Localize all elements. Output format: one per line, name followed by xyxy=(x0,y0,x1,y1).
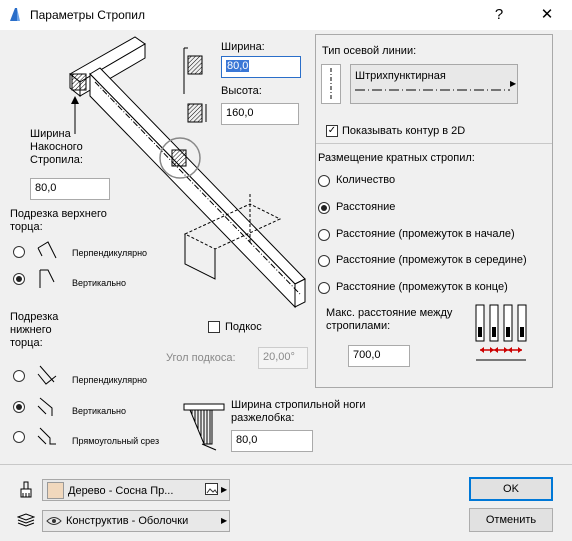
chevron-right-icon: ▶ xyxy=(221,516,228,525)
bottom-perpendicular-cut-icon xyxy=(37,365,57,385)
chevron-right-icon: ▶ xyxy=(510,79,517,88)
valley-rafter-icon xyxy=(183,403,225,451)
strut-angle-input[interactable]: 20,00° xyxy=(258,347,308,369)
top-cut-label: Подрезка верхнего торца: xyxy=(10,208,107,233)
divider xyxy=(316,143,552,144)
ridge-width-label: Ширина Накосного Стропила: xyxy=(30,128,83,166)
width-label: Ширина: xyxy=(221,41,265,53)
strut-angle-label: Угол подкоса: xyxy=(166,352,236,364)
top-cut-vertical-label: Вертикально xyxy=(72,278,127,288)
bottom-cut-perpendicular-radio[interactable] xyxy=(13,370,25,382)
show-contour-checkbox[interactable]: ✓ xyxy=(326,125,338,137)
image-icon xyxy=(205,483,218,495)
placement-gap-middle-label: Расстояние (промежуток в середине) xyxy=(336,254,527,266)
strut-checkbox[interactable] xyxy=(208,321,220,333)
max-distance-label: Макс. расстояние между стропилами: xyxy=(326,307,453,332)
placement-gap-end-radio[interactable] xyxy=(318,282,330,294)
dash-dot-line-preview xyxy=(355,89,510,91)
groove-width-label: Ширина стропильной ноги разжелобка: xyxy=(231,399,366,424)
bottom-cut-rectangular-radio[interactable] xyxy=(13,431,25,443)
rafter-spacing-icon xyxy=(475,304,527,361)
material-value: Дерево - Сосна Пр... xyxy=(68,485,174,497)
bottom-cut-rectangular-label: Прямоугольный срез xyxy=(72,436,160,446)
ok-button[interactable]: OK xyxy=(469,477,553,501)
placement-gap-start-radio[interactable] xyxy=(318,229,330,241)
app-logo-icon xyxy=(10,8,20,21)
placement-count-radio[interactable] xyxy=(318,175,330,187)
axis-line-icon xyxy=(321,64,341,104)
strut-label: Подкос xyxy=(225,321,262,333)
bottom-cut-vertical-radio[interactable] xyxy=(13,401,25,413)
top-cut-perpendicular-radio[interactable] xyxy=(13,246,25,258)
height-input[interactable]: 160,0 xyxy=(221,103,299,125)
placement-distance-radio[interactable] xyxy=(318,202,330,214)
paint-brush-icon xyxy=(20,481,32,498)
close-button[interactable]: ✕ xyxy=(532,4,562,26)
bottom-cut-vertical-label: Вертикально xyxy=(72,406,127,416)
chevron-right-icon: ▶ xyxy=(221,485,228,494)
top-cut-vertical-radio[interactable] xyxy=(13,273,25,285)
rectangular-cut-icon xyxy=(37,427,56,445)
perpendicular-cut-icon xyxy=(37,241,57,259)
bottom-vertical-cut-icon xyxy=(37,397,53,416)
window-title: Параметры Стропил xyxy=(30,8,146,22)
bottom-cut-perpendicular-label: Перпендикулярно xyxy=(72,375,148,385)
placement-gap-middle-radio[interactable] xyxy=(318,255,330,267)
groove-width-input[interactable]: 80,0 xyxy=(231,430,313,452)
ridge-width-input[interactable]: 80,0 xyxy=(30,178,110,200)
vertical-cut-icon xyxy=(39,269,55,288)
bottom-cut-label: Подрезка нижнего торца: xyxy=(10,311,59,349)
max-distance-input[interactable]: 700,0 xyxy=(348,345,410,367)
width-input[interactable]: 80,0 xyxy=(221,56,301,78)
cancel-button[interactable]: Отменить xyxy=(469,508,553,532)
material-swatch xyxy=(47,482,64,499)
top-cut-perpendicular-label: Перпендикулярно xyxy=(72,248,148,258)
footer-separator xyxy=(0,464,572,465)
placement-distance-label: Расстояние xyxy=(336,201,396,213)
layer-value: Конструктив - Оболочки xyxy=(66,515,189,527)
placement-count-label: Количество xyxy=(336,174,396,186)
height-label: Высота: xyxy=(221,85,262,97)
show-contour-label: Показывать контур в 2D xyxy=(342,125,466,137)
axis-line-type-value: Штрихпунктирная xyxy=(355,70,446,82)
section-size-icon xyxy=(183,47,207,123)
placement-label: Размещение кратных стропил: xyxy=(318,152,475,164)
eye-icon xyxy=(46,517,62,525)
placement-gap-start-label: Расстояние (промежуток в начале) xyxy=(336,228,515,240)
axis-type-label: Тип осевой линии: xyxy=(322,45,417,57)
placement-gap-end-label: Расстояние (промежуток в конце) xyxy=(336,281,508,293)
help-button[interactable]: ? xyxy=(484,4,514,26)
layers-icon xyxy=(17,513,35,527)
